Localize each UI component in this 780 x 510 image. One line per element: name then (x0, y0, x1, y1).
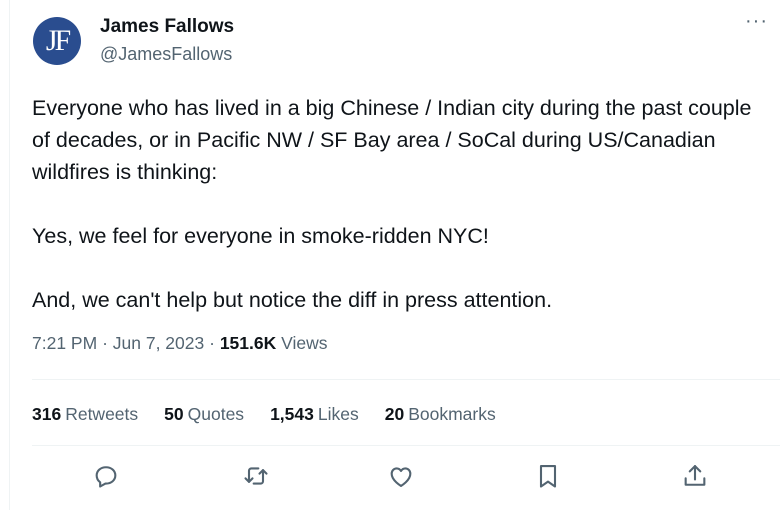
left-border (9, 0, 10, 510)
reply-icon (95, 466, 117, 488)
display-name[interactable]: James Fallows (100, 16, 234, 38)
reply-button[interactable] (92, 462, 120, 490)
tweet-meta: 7:21 PM · Jun 7, 2023 · 151.6K Views (32, 333, 328, 354)
bookmarks-label: Bookmarks (408, 404, 496, 424)
likes-count: 1,543 (270, 404, 314, 424)
action-bar (0, 462, 780, 498)
tweet-time[interactable]: 7:21 PM (32, 333, 97, 353)
views-label: Views (281, 333, 328, 353)
like-button[interactable] (387, 462, 415, 490)
quotes-stat[interactable]: 50 Quotes (164, 404, 244, 425)
bookmarks-count: 20 (384, 404, 405, 424)
bookmark-icon (539, 465, 557, 488)
retweets-stat[interactable]: 316 Retweets (32, 404, 138, 425)
tweet-date[interactable]: Jun 7, 2023 (113, 333, 204, 353)
divider (32, 445, 780, 446)
tweet-paragraph: And, we can't help but notice the diff i… (32, 288, 553, 312)
share-icon (684, 465, 706, 486)
share-button[interactable] (681, 462, 709, 490)
retweets-label: Retweets (65, 404, 139, 424)
tweet-paragraph: Everyone who has lived in a big Chinese … (32, 96, 752, 184)
divider (32, 379, 780, 380)
avatar[interactable]: JF (33, 17, 81, 65)
quotes-label: Quotes (187, 404, 245, 424)
likes-stat[interactable]: 1,543 Likes (270, 404, 359, 425)
bookmark-button[interactable] (534, 462, 562, 490)
retweet-icon (244, 467, 268, 485)
tweet-card: JF James Fallows @JamesFallows ··· Every… (0, 0, 780, 510)
avatar-letter: JF (45, 24, 71, 57)
tweet-paragraph: Yes, we feel for everyone in smoke-ridde… (32, 224, 489, 248)
tweet-text: Everyone who has lived in a big Chinese … (32, 92, 762, 316)
retweet-button[interactable] (242, 462, 270, 490)
more-options-icon[interactable]: ··· (745, 10, 768, 33)
meta-separator: · (209, 333, 220, 353)
meta-separator: · (102, 333, 113, 353)
quotes-count: 50 (164, 404, 184, 424)
retweets-count: 316 (32, 404, 62, 424)
like-icon (390, 467, 412, 487)
user-handle[interactable]: @JamesFallows (100, 44, 232, 65)
likes-label: Likes (317, 404, 359, 424)
views-count: 151.6K (219, 333, 277, 353)
bookmarks-stat[interactable]: 20 Bookmarks (385, 404, 496, 425)
engagement-stats: 316 Retweets 50 Quotes 1,543 Likes 20 Bookma… (32, 404, 522, 425)
